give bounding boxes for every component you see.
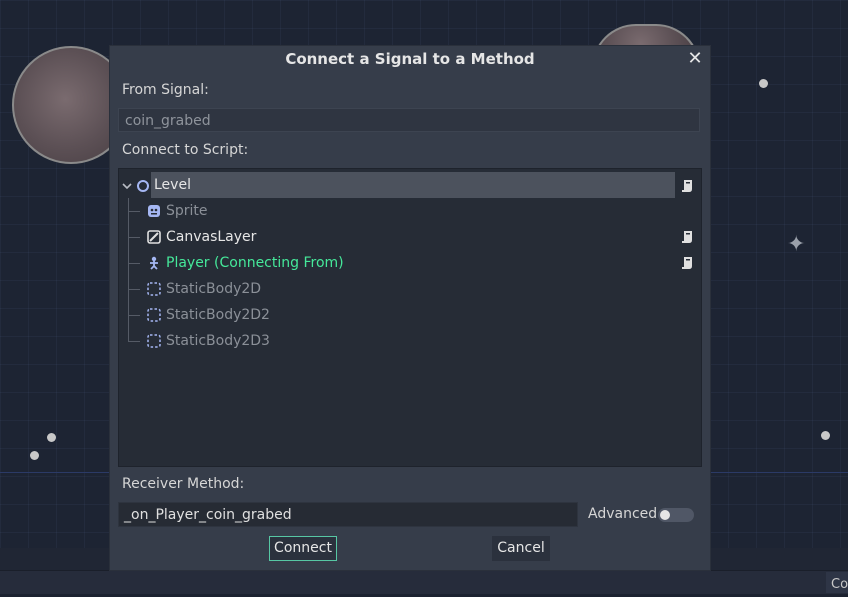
star-dot <box>30 451 39 460</box>
toggle-knob <box>660 510 670 520</box>
tree-item-player[interactable]: Player (Connecting From) <box>119 250 701 276</box>
tree-item-label: Level <box>154 177 191 193</box>
star-dot <box>47 433 56 442</box>
kinematic-body-icon <box>150 256 158 270</box>
chevron-down-icon[interactable] <box>122 181 132 191</box>
script-icon[interactable] <box>681 230 693 244</box>
tree-item-label: CanvasLayer <box>166 229 257 245</box>
static-body-icon <box>147 282 161 296</box>
script-icon[interactable] <box>681 256 693 270</box>
static-body-icon <box>147 334 161 348</box>
canvaslayer-icon <box>147 230 161 244</box>
star-dot <box>759 79 768 88</box>
static-body-icon <box>147 308 161 322</box>
bottom-panel-tab[interactable]: Co <box>826 572 848 593</box>
from-signal-label: From Signal: <box>122 82 209 98</box>
advanced-label: Advanced <box>588 506 658 522</box>
cancel-button[interactable]: Cancel <box>492 536 550 561</box>
tree-item-canvaslayer[interactable]: CanvasLayer <box>119 224 701 250</box>
from-signal-field: coin_grabed <box>118 108 700 132</box>
tree-item-level[interactable]: Level <box>119 172 701 198</box>
connect-to-script-label: Connect to Script: <box>122 142 249 158</box>
tree-item-label: Player (Connecting From) <box>166 255 344 271</box>
close-icon[interactable]: ✕ <box>686 48 704 70</box>
sprite-icon <box>148 205 160 217</box>
tree-item-label: StaticBody2D2 <box>166 307 270 323</box>
receiver-method-label: Receiver Method: <box>122 476 245 492</box>
star-dot <box>821 431 830 440</box>
advanced-toggle[interactable] <box>658 508 694 522</box>
connect-signal-dialog: Connect a Signal to a Method ✕ From Sign… <box>109 45 711 571</box>
tree-item-label: StaticBody2D <box>166 281 262 297</box>
tree-item-staticbody2d3[interactable]: StaticBody2D3 <box>119 328 701 354</box>
sparkle-icon: ✦ <box>787 232 806 257</box>
tree-item-staticbody2d2[interactable]: StaticBody2D2 <box>119 302 701 328</box>
tree-item-label: Sprite <box>166 203 208 219</box>
script-icon[interactable] <box>681 179 693 193</box>
dialog-title: Connect a Signal to a Method <box>285 50 535 68</box>
tree-item-label: StaticBody2D3 <box>166 333 270 349</box>
scene-tree[interactable]: Level Sprite CanvasLayer Player (Connect… <box>118 168 702 467</box>
tree-item-staticbody2d[interactable]: StaticBody2D <box>119 276 701 302</box>
node2d-icon <box>137 180 149 192</box>
receiver-method-input[interactable]: _on_Player_coin_grabed <box>118 502 578 527</box>
connect-button[interactable]: Connect <box>269 536 337 561</box>
bottom-panel-bar <box>0 570 848 594</box>
tree-item-sprite[interactable]: Sprite <box>119 198 701 224</box>
